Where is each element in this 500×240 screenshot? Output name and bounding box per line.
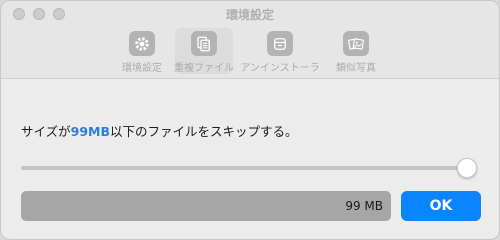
preferences-toolbar: 環境設定 重複ファイル アンインストーラ 類似写真 — [113, 28, 389, 74]
gear-icon — [129, 31, 155, 56]
tab-duplicate-files-label: 重複ファイル — [174, 63, 234, 74]
ok-button[interactable]: OK — [401, 191, 481, 221]
window-title: 環境設定 — [225, 8, 274, 22]
skip-size-description: サイズが99MB以下のファイルをスキップする。 — [21, 121, 298, 140]
similar-photos-icon — [343, 31, 369, 56]
tab-general-label: 環境設定 — [122, 63, 162, 74]
tab-similar-photos[interactable]: 類似写真 — [327, 28, 385, 74]
slider-fill — [21, 166, 467, 170]
description-prefix: サイズが — [21, 124, 71, 139]
uninstaller-icon — [267, 31, 293, 56]
tab-duplicate-files[interactable]: 重複ファイル — [174, 28, 234, 74]
skip-size-slider[interactable] — [21, 158, 481, 178]
description-size-highlight: 99MB — [70, 124, 111, 139]
description-suffix: 以下のファイルをスキップする。 — [110, 124, 298, 139]
duplicate-files-icon — [191, 31, 217, 56]
title-bar: 環境設定 環境設定 重複ファイル アンインストーラ 類似写真 — [1, 1, 499, 79]
tab-similar-photos-label: 類似写真 — [336, 63, 376, 74]
size-value: 99 MB — [345, 199, 383, 213]
tab-general[interactable]: 環境設定 — [113, 28, 171, 74]
tab-uninstaller-label: アンインストーラ — [240, 63, 320, 74]
slider-track[interactable] — [21, 166, 469, 170]
size-value-field: 99 MB — [21, 191, 391, 221]
preferences-window: 環境設定 環境設定 重複ファイル アンインストーラ 類似写真 サイズが99MB以… — [0, 0, 500, 240]
tab-uninstaller[interactable]: アンインストーラ — [237, 28, 323, 74]
slider-thumb[interactable] — [456, 158, 477, 178]
